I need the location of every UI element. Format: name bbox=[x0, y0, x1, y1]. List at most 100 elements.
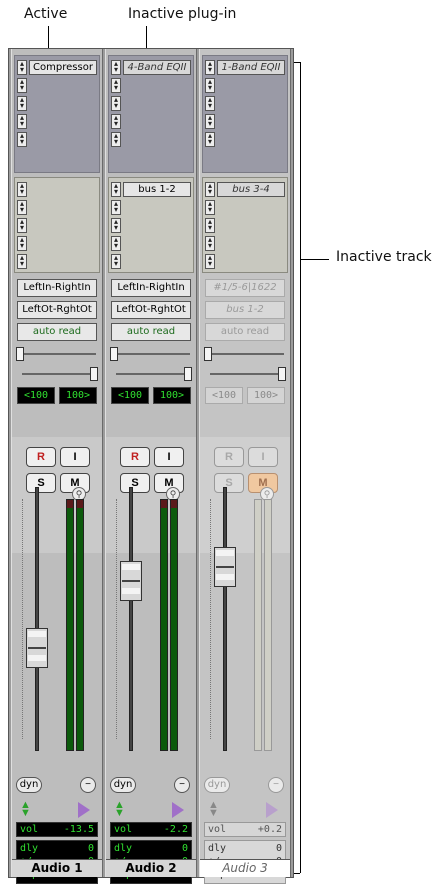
pan-right-knob[interactable] bbox=[184, 367, 192, 381]
input-selector[interactable]: #1/5-6|1622 bbox=[205, 279, 285, 297]
updown-arrow-icon[interactable]: ▴ ▾ bbox=[111, 200, 121, 215]
updown-arrow-icon[interactable]: ▴ ▾ bbox=[205, 114, 215, 129]
updown-arrow-icon[interactable]: ▴ ▾ bbox=[205, 182, 215, 197]
insert-slot-b[interactable]: ▴ ▾ bbox=[205, 78, 285, 93]
volume-fader-track[interactable] bbox=[223, 487, 227, 751]
send-slot-b[interactable]: ▴ ▾ bbox=[17, 200, 97, 215]
dyn-button[interactable]: dyn bbox=[110, 777, 136, 793]
pan-right-readout[interactable]: 100> bbox=[247, 387, 285, 404]
volume-readout[interactable]: vol -13.5 bbox=[16, 822, 98, 837]
pan-right-readout[interactable]: 100> bbox=[59, 387, 97, 404]
insert-slot-e[interactable]: ▴ ▾ bbox=[205, 132, 285, 147]
input-monitor-button[interactable]: I bbox=[154, 447, 184, 467]
automation-mode-selector[interactable]: auto read bbox=[111, 323, 191, 341]
updown-arrow-icon[interactable]: ▴ ▾ bbox=[17, 182, 27, 197]
pan-left-knob[interactable] bbox=[16, 347, 24, 361]
track-name[interactable]: Audio 3 bbox=[200, 859, 290, 877]
updown-arrow-icon[interactable]: ▴ ▾ bbox=[205, 96, 215, 111]
send-name[interactable]: bus 1-2 bbox=[123, 182, 191, 197]
automation-mode-selector[interactable]: auto read bbox=[17, 323, 97, 341]
automation-play-icon[interactable] bbox=[78, 802, 90, 818]
input-monitor-button[interactable]: I bbox=[248, 447, 278, 467]
output-selector[interactable]: LeftOt-RghtOt bbox=[111, 301, 191, 319]
insert-slot-c[interactable]: ▴ ▾ bbox=[17, 96, 97, 111]
volume-fader-track[interactable] bbox=[129, 487, 133, 751]
volume-fader-cap[interactable] bbox=[26, 627, 48, 668]
send-slot-e[interactable]: ▴ ▾ bbox=[205, 254, 285, 269]
updown-arrow-icon[interactable]: ▴ ▾ bbox=[205, 60, 215, 75]
insert-name[interactable]: Compressor bbox=[29, 60, 97, 75]
updown-arrow-icon[interactable]: ▴ ▾ bbox=[17, 78, 27, 93]
pan-right-slider[interactable] bbox=[16, 367, 98, 381]
pan-right-slider[interactable] bbox=[110, 367, 192, 381]
voice-updown-icon[interactable]: ▲ ▼ bbox=[114, 800, 125, 819]
send-slot-c[interactable]: ▴ ▾ bbox=[111, 218, 191, 233]
updown-arrow-icon[interactable]: ▴ ▾ bbox=[111, 182, 121, 197]
updown-arrow-icon[interactable]: ▴ ▾ bbox=[111, 236, 121, 251]
send-slot-e[interactable]: ▴ ▾ bbox=[17, 254, 97, 269]
pan-left-knob[interactable] bbox=[204, 347, 212, 361]
pan-left-readout[interactable]: <100 bbox=[205, 387, 243, 404]
minus-button[interactable]: − bbox=[174, 777, 190, 793]
insert-slot-a[interactable]: ▴ ▾ 4-Band EQII bbox=[111, 60, 191, 75]
insert-slot-a[interactable]: ▴ ▾ Compressor bbox=[17, 60, 97, 75]
insert-slot-b[interactable]: ▴ ▾ bbox=[17, 78, 97, 93]
volume-fader-track[interactable] bbox=[35, 487, 39, 751]
automation-mode-selector[interactable]: auto read bbox=[205, 323, 285, 341]
updown-arrow-icon[interactable]: ▴ ▾ bbox=[111, 78, 121, 93]
output-selector[interactable]: bus 1-2 bbox=[205, 301, 285, 319]
send-slot-d[interactable]: ▴ ▾ bbox=[111, 236, 191, 251]
updown-arrow-icon[interactable]: ▴ ▾ bbox=[111, 60, 121, 75]
updown-arrow-icon[interactable]: ▴ ▾ bbox=[17, 132, 27, 147]
insert-slot-a[interactable]: ▴ ▾ 1-Band EQII bbox=[205, 60, 285, 75]
updown-arrow-icon[interactable]: ▴ ▾ bbox=[111, 254, 121, 269]
updown-arrow-icon[interactable]: ▴ ▾ bbox=[111, 96, 121, 111]
updown-arrow-icon[interactable]: ▴ ▾ bbox=[17, 200, 27, 215]
pan-left-slider[interactable] bbox=[16, 347, 98, 361]
updown-arrow-icon[interactable]: ▴ ▾ bbox=[17, 60, 27, 75]
updown-arrow-icon[interactable]: ▴ ▾ bbox=[17, 96, 27, 111]
track-name[interactable]: Audio 1 bbox=[12, 859, 102, 877]
dyn-button[interactable]: dyn bbox=[16, 777, 42, 793]
pan-left-slider[interactable] bbox=[204, 347, 286, 361]
dyn-button[interactable]: dyn bbox=[204, 777, 230, 793]
send-slot-c[interactable]: ▴ ▾ bbox=[205, 218, 285, 233]
send-slot-c[interactable]: ▴ ▾ bbox=[17, 218, 97, 233]
pan-right-knob[interactable] bbox=[90, 367, 98, 381]
record-enable-button[interactable]: R bbox=[26, 447, 56, 467]
insert-slot-c[interactable]: ▴ ▾ bbox=[111, 96, 191, 111]
insert-name[interactable]: 4-Band EQII bbox=[123, 60, 191, 75]
track-name[interactable]: Audio 2 bbox=[106, 859, 196, 877]
updown-arrow-icon[interactable]: ▴ ▾ bbox=[17, 254, 27, 269]
updown-arrow-icon[interactable]: ▴ ▾ bbox=[205, 132, 215, 147]
volume-fader-cap[interactable] bbox=[214, 547, 236, 588]
updown-arrow-icon[interactable]: ▴ ▾ bbox=[17, 218, 27, 233]
input-selector[interactable]: LeftIn-RightIn bbox=[17, 279, 97, 297]
insert-slot-c[interactable]: ▴ ▾ bbox=[205, 96, 285, 111]
send-slot-a[interactable]: ▴ ▾ bus 3-4 bbox=[205, 182, 285, 197]
insert-slot-e[interactable]: ▴ ▾ bbox=[17, 132, 97, 147]
updown-arrow-icon[interactable]: ▴ ▾ bbox=[205, 254, 215, 269]
updown-arrow-icon[interactable]: ▴ ▾ bbox=[111, 132, 121, 147]
updown-arrow-icon[interactable]: ▴ ▾ bbox=[111, 218, 121, 233]
pan-right-knob[interactable] bbox=[278, 367, 286, 381]
send-slot-b[interactable]: ▴ ▾ bbox=[111, 200, 191, 215]
input-monitor-button[interactable]: I bbox=[60, 447, 90, 467]
pan-left-slider[interactable] bbox=[110, 347, 192, 361]
voice-updown-icon[interactable]: ▲ ▼ bbox=[20, 800, 31, 819]
volume-fader-cap[interactable] bbox=[120, 560, 142, 601]
insert-slot-b[interactable]: ▴ ▾ bbox=[111, 78, 191, 93]
output-selector[interactable]: LeftOt-RghtOt bbox=[17, 301, 97, 319]
updown-arrow-icon[interactable]: ▴ ▾ bbox=[205, 218, 215, 233]
send-slot-a[interactable]: ▴ ▾ bus 1-2 bbox=[111, 182, 191, 197]
updown-arrow-icon[interactable]: ▴ ▾ bbox=[17, 114, 27, 129]
minus-button[interactable]: − bbox=[268, 777, 284, 793]
automation-play-icon[interactable] bbox=[266, 802, 278, 818]
send-slot-e[interactable]: ▴ ▾ bbox=[111, 254, 191, 269]
send-name[interactable]: bus 3-4 bbox=[217, 182, 285, 197]
pan-right-readout[interactable]: 100> bbox=[153, 387, 191, 404]
pan-left-readout[interactable]: <100 bbox=[17, 387, 55, 404]
input-selector[interactable]: LeftIn-RightIn bbox=[111, 279, 191, 297]
pan-right-slider[interactable] bbox=[204, 367, 286, 381]
send-slot-d[interactable]: ▴ ▾ bbox=[205, 236, 285, 251]
